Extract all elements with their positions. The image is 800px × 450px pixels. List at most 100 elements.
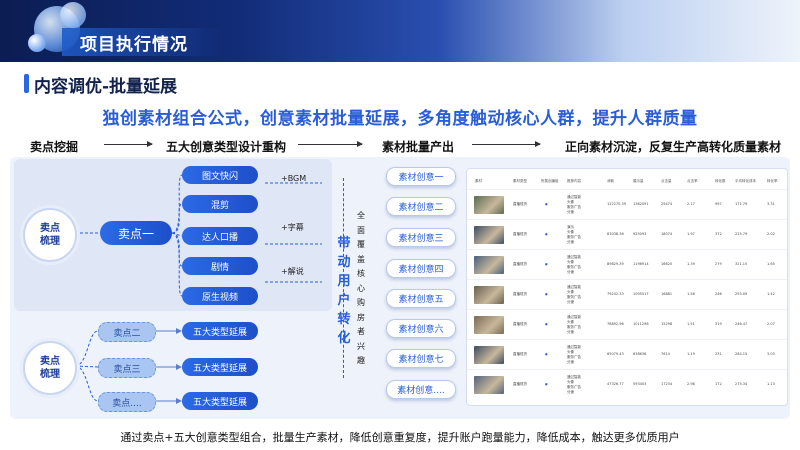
selling-point-pill: 卖点三 <box>98 358 156 378</box>
table-cell: 17234 <box>661 382 673 386</box>
table-cell: 7614 <box>661 352 670 356</box>
table-cell: 通过智能 头像 服务广告 分速 <box>567 195 581 214</box>
creative-type-pill: 达人口播 <box>182 227 258 245</box>
table-cell: 1.51 <box>687 322 695 326</box>
material-pill: 素材创意五 <box>386 289 456 308</box>
video-thumbnail <box>474 256 504 274</box>
table-header: 平均转化成本 <box>735 179 756 183</box>
table-cell: 3.31 <box>767 202 775 206</box>
table-cell: 231 <box>715 352 722 356</box>
table-cell: 演示 头像 服务广告 分速 <box>567 225 581 244</box>
type-extension-pill: 五大类型延展 <box>182 392 258 410</box>
table-cell: 1362091 <box>633 202 649 206</box>
type-extension-pill: 五大类型延展 <box>182 322 258 340</box>
table-row: 直播现货 ● 演示 头像 服务广告 分速 83038.36 925093 18074 1.9… <box>467 219 787 250</box>
video-thumbnail <box>474 316 504 334</box>
table-header: 转化数 <box>715 179 726 183</box>
table-cell: 通过智能 头像 服务广告 分速 <box>567 375 581 394</box>
selling-point-pill: 卖点二 <box>98 322 156 342</box>
table-cell: 1.19 <box>687 352 695 356</box>
table-cell: 321.15 <box>735 262 748 266</box>
table-cell: 29474 <box>661 202 673 206</box>
group-dot-icon: ● <box>545 352 548 356</box>
table-cell: 225.79 <box>735 232 748 236</box>
table-cell: 16881 <box>661 292 673 296</box>
selling-point-pill: 卖点一 <box>100 221 172 245</box>
footer-note: 通过卖点+五大创意类型组合，批量生产素材，降低创意重复度，提升账户跑量能力，降低… <box>120 431 680 444</box>
addition-label: +BGM <box>281 174 307 183</box>
table-header: 推荐内容 <box>567 179 581 183</box>
table-cell: 279 <box>715 262 722 266</box>
table-row: 直播现货 ● 通过智能 头像 服务广告 分速 47326.77 593403 17234 2… <box>467 369 787 400</box>
table-cell: 15298 <box>661 322 673 326</box>
material-pill: 素材创意四 <box>386 259 456 278</box>
materials-table: 素材 素材类型 所属创编组 推荐内容 消耗 展示量 点击量 点击率 转化数 平均… <box>466 168 788 406</box>
material-pill: 素材创意一 <box>386 167 456 186</box>
table-cell: 246.47 <box>735 322 748 326</box>
table-cell: 1.65 <box>767 262 775 266</box>
material-pill: 素材创意二 <box>386 197 456 216</box>
table-header: 点击量 <box>661 179 672 183</box>
video-thumbnail <box>474 286 504 304</box>
table-cell: 直播现货 <box>513 262 527 266</box>
creative-type-pill: 图文快闪 <box>182 166 258 184</box>
table-cell: 直播现货 <box>513 202 527 206</box>
table-cell: 直播现货 <box>513 382 527 386</box>
table-cell: 171.79 <box>735 202 748 206</box>
table-header: 素材 <box>475 179 482 183</box>
table-cell: 372 <box>715 232 722 236</box>
table-header: 所属创编组 <box>541 179 559 183</box>
video-thumbnail <box>474 346 504 364</box>
table-cell: 直播现货 <box>513 322 527 326</box>
table-cell: 172 <box>715 382 722 386</box>
table-cell: 89829.39 <box>607 262 624 266</box>
group-dot-icon: ● <box>545 262 548 266</box>
table-cell: 3.03 <box>767 352 775 356</box>
table-cell: 2.17 <box>687 202 695 206</box>
addition-label: +解说 <box>281 267 304 276</box>
selling-point-pill: 卖点.... <box>98 392 156 412</box>
table-row: 直播现货 ● 通过智能 头像 服务广告 分速 79242.33 1095517 16881… <box>467 279 787 310</box>
table-cell: 275.34 <box>735 382 748 386</box>
table-cell: 79242.33 <box>607 292 624 296</box>
material-pill: 素材创意.... <box>386 380 456 399</box>
table-cell: 1.97 <box>687 232 695 236</box>
table-cell: 246 <box>715 292 722 296</box>
table-cell: 直播现货 <box>513 352 527 356</box>
table-cell: 18074 <box>661 232 673 236</box>
table-cell: 直播现货 <box>513 292 527 296</box>
material-pill: 素材创意三 <box>386 228 456 247</box>
table-cell: 1.39 <box>687 262 695 266</box>
conversion-label: 带动用户转化 <box>337 236 351 346</box>
table-cell: 78892.96 <box>607 322 624 326</box>
table-header: 点击率 <box>687 179 698 183</box>
material-pill: 素材创意六 <box>386 319 456 338</box>
table-cell: 122270.39 <box>607 202 626 206</box>
table-cell: 1095517 <box>633 292 649 296</box>
creative-type-pill: 剧情 <box>182 257 258 275</box>
table-header: 转化率 <box>767 179 778 183</box>
table-cell: 直播现货 <box>513 232 527 236</box>
table-header: 素材类型 <box>513 179 527 183</box>
group-dot-icon: ● <box>545 382 548 386</box>
table-cell: 通过智能 头像 服务广告 分速 <box>567 255 581 274</box>
table-cell: 通过智能 头像 服务广告 分速 <box>567 345 581 364</box>
group-dot-icon: ● <box>545 322 548 326</box>
table-cell: 65079.43 <box>607 352 624 356</box>
table-cell: 1.56 <box>687 292 695 296</box>
table-cell: 1.13 <box>767 382 775 386</box>
addition-label: +字幕 <box>281 223 304 232</box>
table-cell: 1011298 <box>633 322 649 326</box>
coverage-label: 全面覆盖核心购房者兴趣 <box>357 211 365 365</box>
group-dot-icon: ● <box>545 202 548 206</box>
video-thumbnail <box>474 376 504 394</box>
table-cell: 997 <box>715 202 722 206</box>
table-cell: 2.02 <box>767 232 775 236</box>
table-cell: 47326.77 <box>607 382 624 386</box>
table-cell: 638636 <box>633 352 647 356</box>
table-row: 直播现货 ● 通过智能 头像 服务广告 分速 65079.43 638636 7614 1.… <box>467 339 787 370</box>
table-cell: 2.07 <box>767 322 775 326</box>
table-cell: 83038.36 <box>607 232 624 236</box>
material-pill: 素材创意七 <box>386 349 456 368</box>
table-cell: 通过智能 头像 服务广告 分速 <box>567 285 581 304</box>
